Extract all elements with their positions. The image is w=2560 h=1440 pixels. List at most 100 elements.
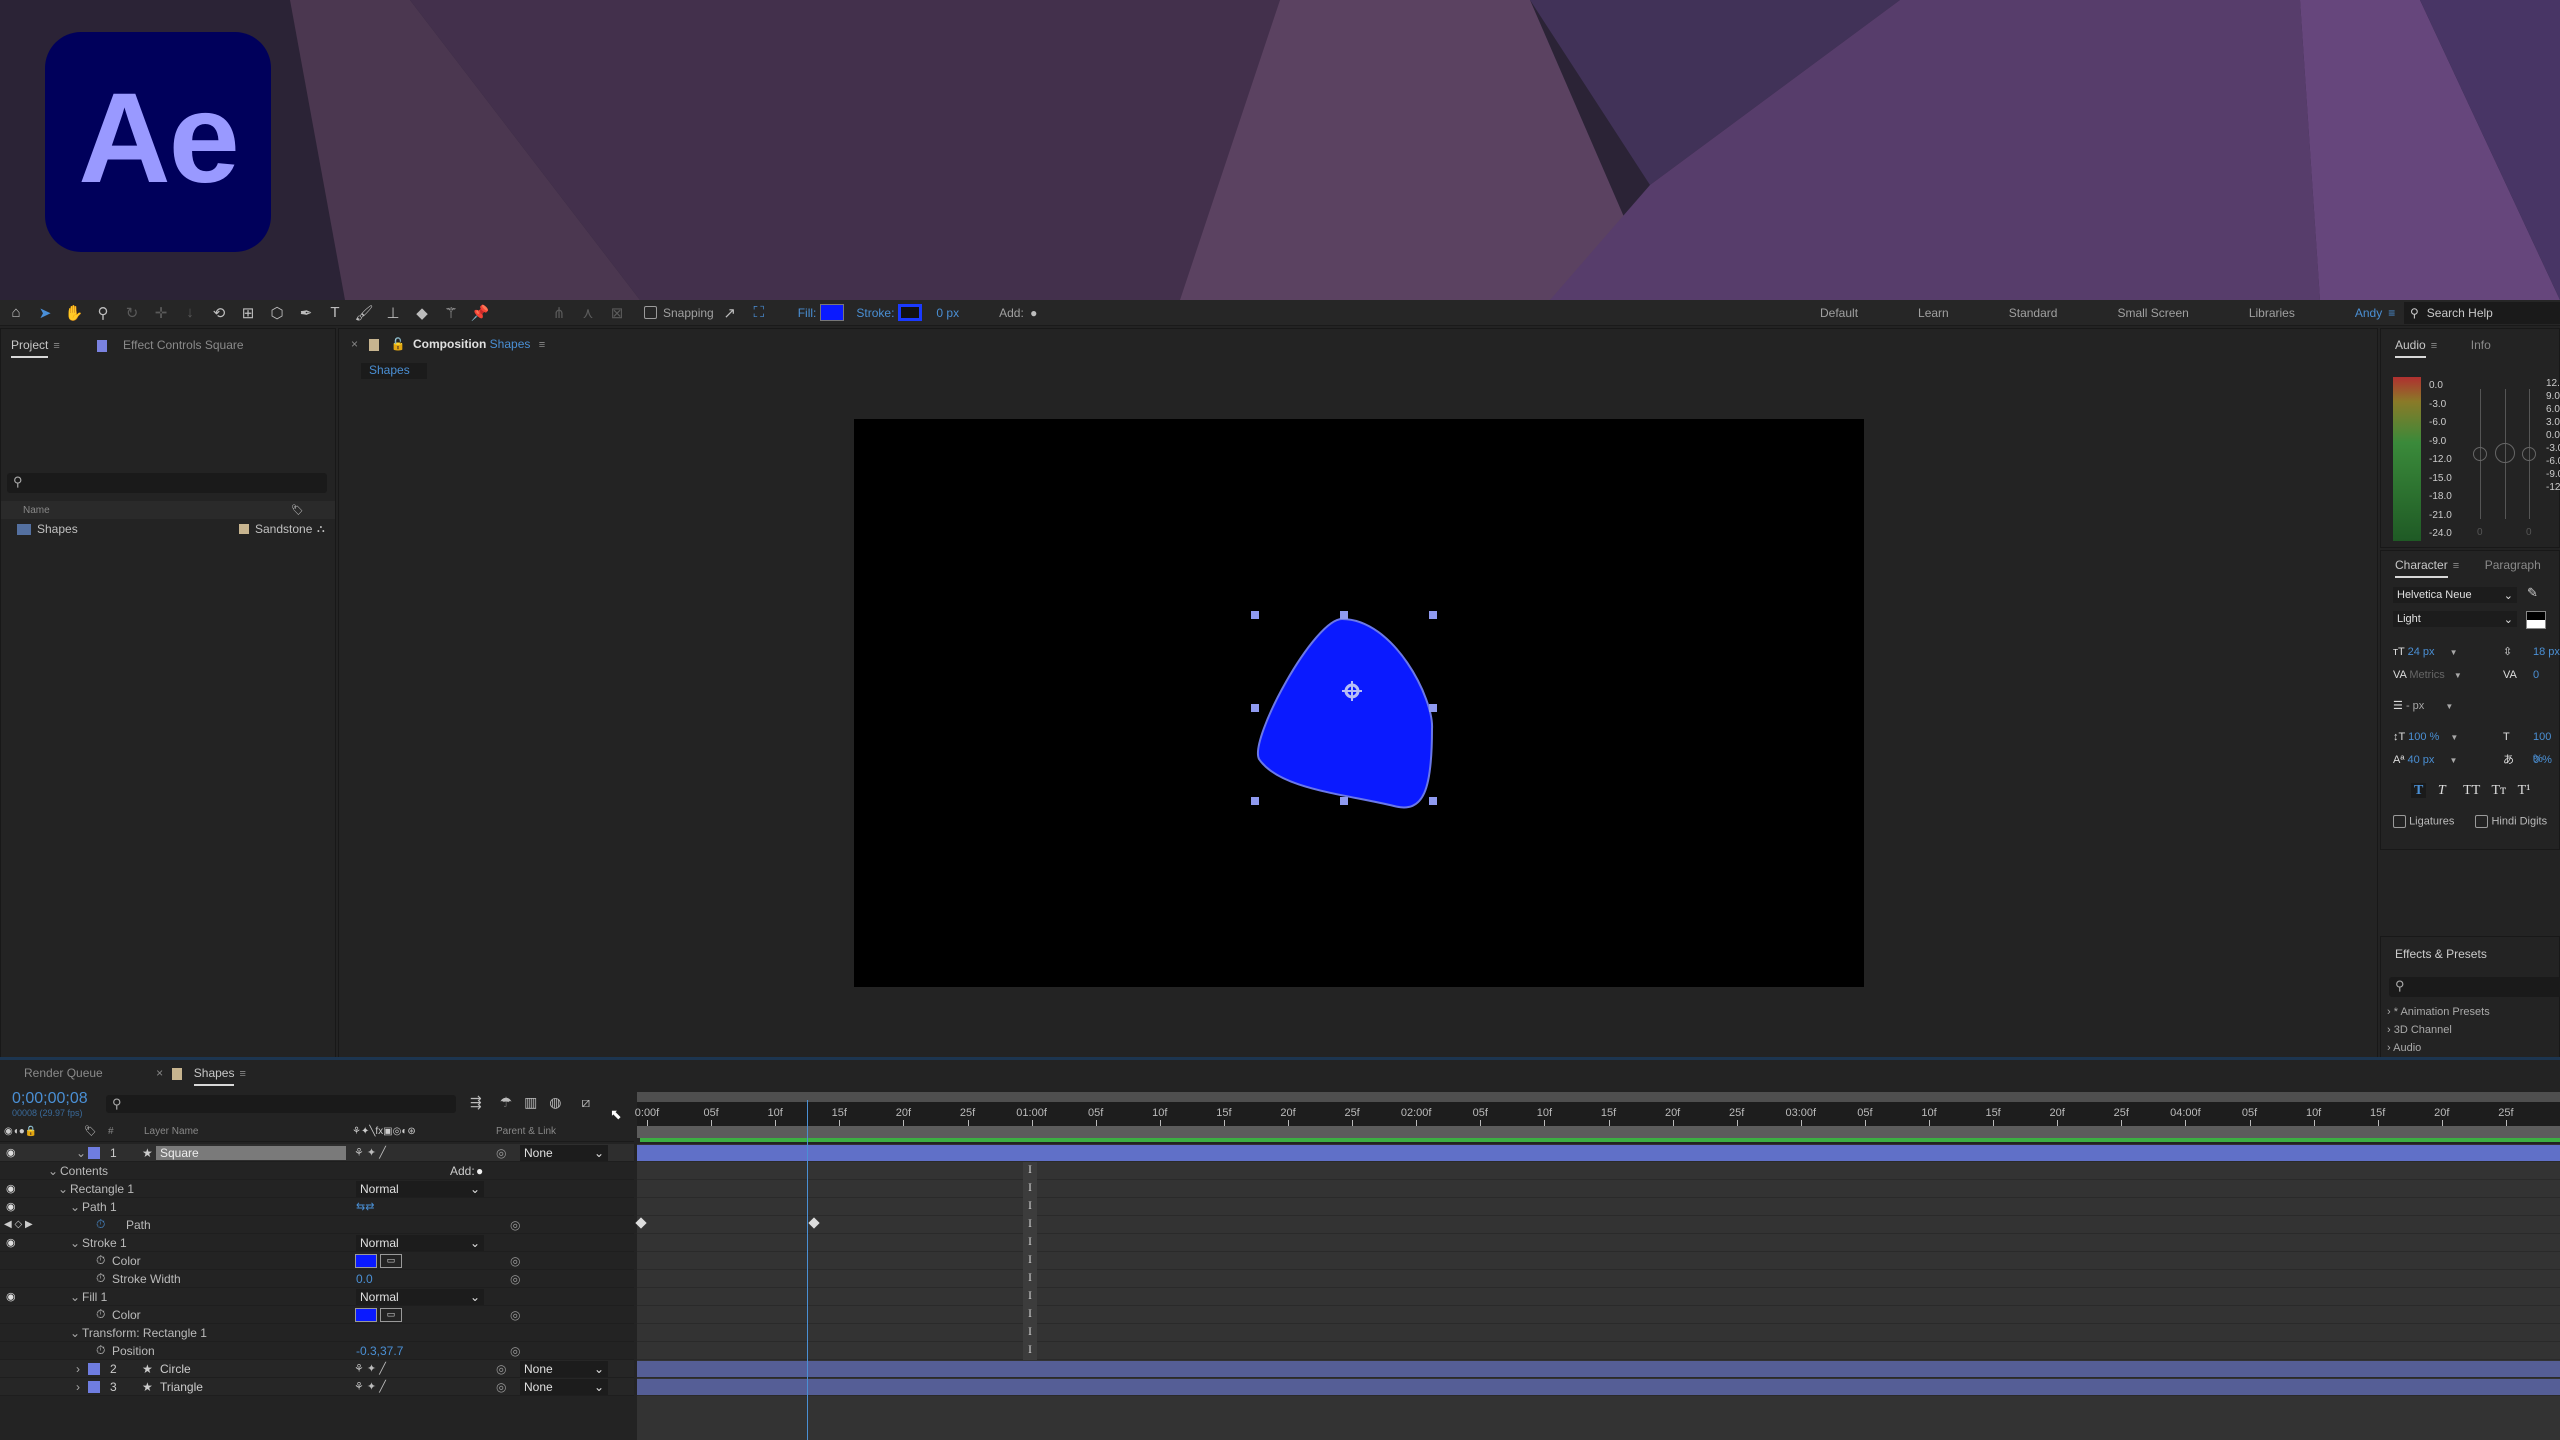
add-icon[interactable]: ●	[476, 1164, 483, 1178]
layer-duration-bar[interactable]	[637, 1379, 2560, 1395]
work-area-end-marker[interactable]: I	[1023, 1324, 1037, 1342]
property-value[interactable]: -0.3,37.7	[356, 1344, 403, 1358]
handle-bottom-left[interactable]	[1251, 797, 1259, 805]
keyframe-navigator[interactable]: ◀ ◇ ▶	[4, 1219, 33, 1230]
stroke-width-value[interactable]: 0 px	[936, 306, 959, 320]
all-caps-button[interactable]: TT	[2463, 783, 2480, 798]
pen-icon[interactable]: ✒	[293, 302, 319, 324]
vertical-scale-value[interactable]: 100 %	[2408, 731, 2439, 743]
handle-top-left[interactable]	[1251, 611, 1259, 619]
faux-bold-button[interactable]: T	[2411, 783, 2427, 798]
add-icon[interactable]: ●	[1027, 302, 1041, 324]
pan-behind-icon[interactable]: ⊞	[235, 302, 261, 324]
selection-arrow-icon[interactable]: ➤	[32, 302, 58, 324]
fill-stroke-swatch[interactable]	[2526, 611, 2546, 629]
distribute-icon[interactable]: ⋏	[575, 302, 601, 324]
work-area-range[interactable]	[637, 1126, 2560, 1138]
time-ruler[interactable]: 0:00f 05f 10f 15f 20f 25f 01:00f 05f 10f 15f 20f 25…	[635, 1102, 2560, 1126]
effects-item[interactable]: › Audio	[2387, 1039, 2490, 1057]
expand-arrow-icon[interactable]: ›	[76, 1362, 80, 1376]
effects-search-input[interactable]: ⚲	[2389, 977, 2560, 997]
workspace-menu-icon[interactable]: ≡	[2388, 306, 2395, 320]
ligatures-checkbox[interactable]	[2393, 815, 2406, 828]
fill-label[interactable]: Fill:	[798, 306, 817, 320]
tab-project[interactable]: Project	[11, 338, 49, 358]
column-name[interactable]: Name	[23, 505, 50, 516]
panel-menu-icon[interactable]: ≡	[239, 1068, 245, 1080]
effects-title[interactable]: Effects & Presets	[2395, 947, 2487, 961]
expression-pick-whip-icon[interactable]: ◎	[510, 1272, 520, 1286]
roto-brush-icon[interactable]: ⚚	[438, 302, 464, 324]
close-tab-icon[interactable]: ×	[351, 337, 358, 351]
handle-bottom-center[interactable]	[1340, 797, 1348, 805]
effects-item[interactable]: › 3D Channel	[2387, 1021, 2490, 1039]
parent-dropdown[interactable]: None ⌄	[520, 1378, 608, 1395]
label-column-icon[interactable]: 🏷	[84, 1126, 97, 1137]
visibility-eye-icon[interactable]: ◉	[6, 1236, 16, 1249]
stopwatch-icon[interactable]: ⏱	[96, 1343, 105, 1358]
workspace-standard[interactable]: Standard	[2009, 306, 2058, 320]
layer-duration-bar[interactable]	[637, 1361, 2560, 1377]
workspace-small-screen[interactable]: Small Screen	[2117, 306, 2188, 320]
expression-pick-whip-icon[interactable]: ◎	[510, 1254, 520, 1268]
tab-character[interactable]: Character	[2395, 558, 2448, 578]
layer-label-color[interactable]	[88, 1362, 100, 1375]
work-area-end-marker[interactable]: I	[1023, 1306, 1037, 1324]
playhead[interactable]	[806, 1100, 808, 1440]
panel-menu-icon[interactable]: ≡	[2453, 560, 2459, 572]
snap-grid-icon[interactable]: ⛶	[746, 302, 772, 324]
visibility-eye-icon[interactable]: ◉	[6, 1146, 16, 1159]
expression-pick-whip-icon[interactable]: ◎	[510, 1308, 520, 1322]
clone-stamp-icon[interactable]: ⊥	[380, 302, 406, 324]
expand-arrow-icon[interactable]: ›	[76, 1380, 80, 1394]
stopwatch-icon[interactable]: ⏱	[96, 1271, 105, 1286]
work-area-end-marker[interactable]: I	[1023, 1234, 1037, 1252]
twirl-down-icon[interactable]: ⌄	[58, 1182, 68, 1196]
visibility-eye-icon[interactable]: ◉	[6, 1290, 16, 1303]
handle-top-center[interactable]	[1340, 611, 1348, 619]
leading-value[interactable]: 18 px	[2533, 641, 2560, 663]
rotate-icon[interactable]: ⟲	[206, 302, 232, 324]
project-search-input[interactable]: ⚲	[7, 473, 327, 493]
layer-row[interactable]: ◉ ⌄ 1 ★ Square ⚘ ✦ ╱ ◎ None ⌄	[0, 1144, 634, 1162]
property-row[interactable]: ◉ ⌄ Fill 1 Normal ⌄	[0, 1288, 634, 1306]
twirl-down-icon[interactable]: ⌄	[70, 1236, 80, 1250]
dolly-camera-icon[interactable]: ↓	[177, 302, 203, 324]
visibility-eye-icon[interactable]: ◉	[6, 1200, 16, 1213]
search-help-field[interactable]: ⚲ Search Help	[2404, 302, 2560, 324]
close-tab-icon[interactable]: ×	[156, 1066, 163, 1080]
panel-menu-icon[interactable]: ≡	[2431, 340, 2437, 352]
work-area-end-marker[interactable]: I	[1023, 1216, 1037, 1234]
handle-middle-right[interactable]	[1429, 704, 1437, 712]
tracking-value[interactable]: 0	[2533, 664, 2539, 686]
handle-bottom-right[interactable]	[1429, 797, 1437, 805]
dropdown-arrow-icon[interactable]: ▼	[2445, 702, 2453, 711]
work-area-end-marker[interactable]: I	[1023, 1198, 1037, 1216]
eyedropper-icon[interactable]: ▭	[380, 1253, 402, 1268]
work-area-end-marker[interactable]: I	[1023, 1342, 1037, 1360]
stroke-swatch[interactable]	[898, 304, 923, 321]
slider-knob[interactable]	[2473, 447, 2487, 461]
zoom-icon[interactable]: ⚲	[90, 302, 116, 324]
blend-mode-dropdown[interactable]: Normal ⌄	[356, 1288, 484, 1305]
keyframe-diamond[interactable]	[808, 1217, 820, 1229]
stopwatch-icon[interactable]: ⏱	[96, 1307, 105, 1322]
layer-switches-icons[interactable]: ⚘ ✦ ╱	[354, 1362, 386, 1375]
comp-flowchart-icon[interactable]: ⇶	[470, 1094, 482, 1110]
puppet-pin-icon[interactable]: 📌	[467, 302, 493, 324]
property-row[interactable]: ⏱ Color ▭ ◎	[0, 1252, 634, 1270]
layer-name[interactable]: Circle	[156, 1362, 346, 1376]
layer-name[interactable]: Square	[156, 1145, 346, 1160]
snap-option-icon[interactable]: ↗	[717, 302, 743, 324]
snapping-checkbox[interactable]	[644, 306, 657, 319]
workspace-andy[interactable]: Andy	[2355, 306, 2382, 320]
work-area-end-marker[interactable]: I	[1023, 1162, 1037, 1180]
layer-name-column[interactable]: Layer Name	[144, 1126, 198, 1137]
work-area-end-marker[interactable]: I	[1023, 1270, 1037, 1288]
panel-menu-icon[interactable]: ≡	[53, 340, 59, 352]
layer-label-color[interactable]	[88, 1146, 100, 1159]
property-row[interactable]: ◉ ⌄ Path 1 ⇆⇄	[0, 1198, 634, 1216]
twirl-down-icon[interactable]: ⌄	[48, 1164, 58, 1178]
parent-dropdown[interactable]: None ⌄	[520, 1360, 608, 1377]
eyedropper-icon[interactable]: ✎	[2527, 585, 2538, 601]
